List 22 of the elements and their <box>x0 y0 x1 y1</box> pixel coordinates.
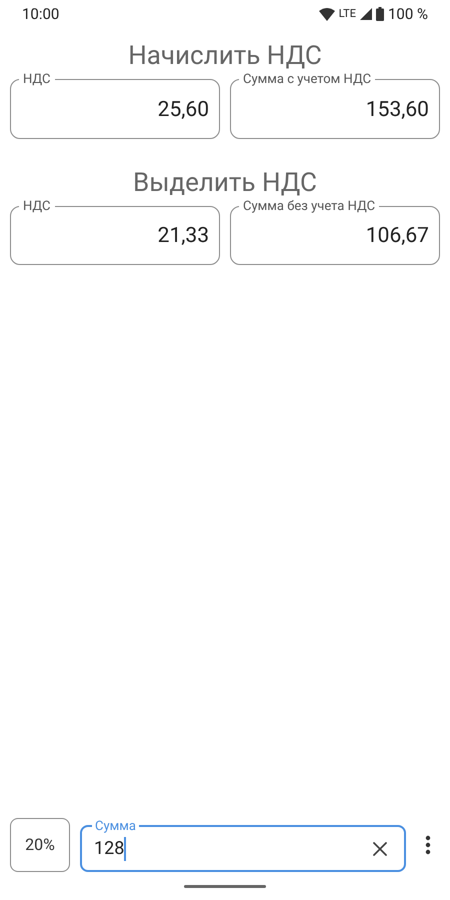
field-label: Сумма без учета НДС <box>242 198 376 216</box>
field-label: Сумма <box>94 818 137 836</box>
more-options-icon[interactable] <box>425 835 431 855</box>
gesture-handle[interactable] <box>184 884 266 888</box>
rate-button[interactable]: 20% <box>10 818 70 872</box>
network-type: LTE <box>338 6 356 22</box>
section-title: Выделить НДС <box>132 166 318 200</box>
field-label: НДС <box>22 71 52 89</box>
amount-value: 128 <box>94 837 124 861</box>
field-value: 21,33 <box>156 223 209 250</box>
battery-level: 100 % <box>388 4 428 25</box>
wifi-icon <box>318 8 335 20</box>
field-value: 25,60 <box>156 96 209 124</box>
field-label: Сумма с учетом НДС <box>242 71 372 89</box>
field-value: 153,60 <box>364 96 429 124</box>
section-title: Начислить НДС <box>127 40 323 73</box>
battery-icon <box>376 7 384 21</box>
field-label: НДС <box>22 198 52 216</box>
text-cursor <box>124 837 126 861</box>
field-value: 106,67 <box>364 223 429 250</box>
status-time: 10:00 <box>22 4 60 25</box>
signal-icon <box>360 8 372 20</box>
